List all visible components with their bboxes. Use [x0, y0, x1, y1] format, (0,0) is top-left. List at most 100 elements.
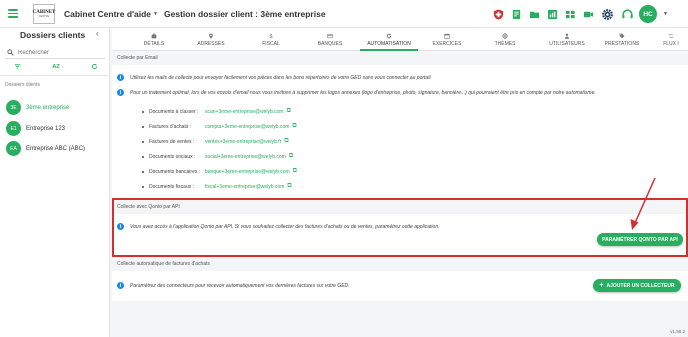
- tab-details[interactable]: DÉTAILS: [132, 28, 176, 51]
- version-label: v1.58.2: [670, 329, 685, 334]
- email-address-link[interactable]: scan+3eme-entreprise@welyb.com: [205, 109, 284, 115]
- copy-icon[interactable]: ⧉: [292, 123, 296, 130]
- email-label: Documents sociaux :: [149, 153, 196, 160]
- document-icon[interactable]: [509, 7, 523, 21]
- add-collector-button[interactable]: + AJOUTER UN COLLECTEUR: [593, 279, 681, 292]
- bullet: [142, 110, 144, 113]
- copy-icon[interactable]: ⧉: [287, 108, 291, 115]
- search-input[interactable]: [18, 49, 103, 56]
- bullet: [142, 140, 144, 143]
- copy-icon[interactable]: ⧉: [287, 183, 291, 190]
- sort-az-button[interactable]: AZ: [52, 64, 59, 70]
- copy-icon[interactable]: ⧉: [284, 138, 288, 145]
- tab-exercices[interactable]: EXERCICES: [425, 28, 469, 51]
- tab-utilisateurs[interactable]: UTILISATEURS: [542, 28, 592, 51]
- grid-icon[interactable]: [563, 7, 577, 21]
- email-address-link[interactable]: compta+3eme-entreprise@welyb.com: [205, 124, 289, 130]
- info-message: i Pour un traitement optimal, lors de vo…: [117, 89, 596, 96]
- filter-icon[interactable]: [14, 63, 21, 70]
- refresh-icon[interactable]: [91, 63, 98, 70]
- location-pin-icon: [209, 33, 213, 39]
- tab-themes[interactable]: THÈMES: [483, 28, 527, 51]
- client-item-3eme-entreprise[interactable]: 3E 3ème entreprise: [6, 100, 69, 115]
- client-item-entreprise-123[interactable]: E1 Entreprise 123: [6, 121, 65, 136]
- highlight-box: [112, 198, 688, 257]
- client-badge: EA: [6, 141, 21, 156]
- sidebar: Dossiers clients ‹ AZ Dossiers clients 3…: [0, 28, 110, 337]
- tab-prestations[interactable]: PRESTATIONS: [600, 28, 644, 51]
- email-row: Documents à classer : scan+3eme-entrepri…: [142, 108, 291, 115]
- plus-icon: +: [599, 282, 604, 289]
- cabinet-logo[interactable]: CABINET CENTRE: [33, 3, 55, 24]
- info-icon: i: [117, 89, 124, 96]
- credit-card-icon: [327, 33, 333, 39]
- dollar-icon: $: [270, 34, 273, 39]
- folder-icon[interactable]: [527, 7, 541, 21]
- email-row: Documents fiscaux : fiscal+3eme-entrepri…: [142, 183, 292, 190]
- chevron-left-icon[interactable]: ‹: [96, 29, 99, 38]
- info-text: Pour un traitement optimal, lors de vos …: [130, 89, 596, 96]
- client-name: Entreprise ABC (ABC): [26, 145, 86, 152]
- bullet: [142, 185, 144, 188]
- email-address-link[interactable]: ventes+3eme-entreprise@welyb.fr: [205, 139, 281, 145]
- bullet: [142, 170, 144, 173]
- section-heading-email: Collecte par Email: [112, 51, 688, 65]
- client-name: 3ème entreprise: [26, 104, 70, 111]
- avatar[interactable]: HC: [639, 5, 658, 23]
- tab-label: PRESTATIONS: [604, 41, 640, 47]
- gear-icon[interactable]: [599, 6, 615, 22]
- tab-label: BANQUES: [317, 41, 343, 47]
- chart-icon[interactable]: [545, 7, 559, 21]
- search-box[interactable]: [5, 47, 105, 59]
- bullet: [142, 125, 144, 128]
- client-list-label: Dossiers clients: [5, 82, 41, 88]
- top-bar: CABINET CENTRE Cabinet Centre d'aide ▼ G…: [0, 0, 688, 28]
- copy-icon[interactable]: ⧉: [293, 168, 297, 175]
- tab-label: DÉTAILS: [143, 41, 165, 47]
- email-label: Documents à classer :: [149, 108, 199, 115]
- email-panel: i Utilisez les mails de collecte pour en…: [112, 65, 688, 199]
- video-icon[interactable]: [581, 7, 595, 21]
- menu-icon[interactable]: [8, 9, 18, 18]
- tab-banques[interactable]: BANQUES: [308, 28, 352, 51]
- cabinet-name[interactable]: Cabinet Centre d'aide: [64, 9, 151, 19]
- email-row: Documents bancaires : banque+3eme-entrep…: [142, 168, 297, 175]
- bullet: [142, 155, 144, 158]
- tab-label: AUTOMATISATION: [367, 41, 411, 47]
- main-content: Collecte par Email i Utilisez les mails …: [112, 51, 688, 337]
- headset-icon[interactable]: [619, 6, 635, 22]
- email-address-link[interactable]: banque+3eme-entreprise@welyb.com: [205, 169, 290, 175]
- svg-text:$: $: [270, 34, 273, 39]
- tab-label: ADRESSES: [197, 41, 225, 47]
- email-label: Factures d'achats :: [149, 123, 192, 130]
- email-address-link[interactable]: social+3eme-entreprise@welyb.com: [205, 154, 286, 160]
- tab-automatisation[interactable]: AUTOMATISATION: [360, 28, 418, 51]
- client-item-entreprise-abc[interactable]: EA Entreprise ABC (ABC): [6, 141, 85, 156]
- calendar-icon: [444, 33, 450, 39]
- info-icon: i: [117, 74, 124, 81]
- briefcase-icon: [151, 33, 157, 39]
- tab-label: THÈMES: [494, 41, 516, 47]
- email-row: Factures de ventes : ventes+3eme-entrepr…: [142, 138, 289, 145]
- shield-icon[interactable]: [491, 7, 505, 21]
- email-row: Factures d'achats : compta+3eme-entrepri…: [142, 123, 297, 130]
- tab-label: FISCAL: [262, 41, 280, 47]
- tab-label: UTILISATEURS: [549, 41, 585, 47]
- globe-icon: [502, 33, 508, 39]
- info-text: Utilisez les mails de collecte pour envo…: [130, 74, 432, 81]
- tab-fiscal[interactable]: $ FISCAL: [249, 28, 293, 51]
- chevron-down-icon[interactable]: ▼: [663, 11, 668, 17]
- email-address-link[interactable]: fiscal+3eme-entreprise@welyb.com: [205, 184, 284, 190]
- tab-label: FLUX I: [663, 41, 679, 47]
- client-name: Entreprise 123: [26, 125, 66, 132]
- email-row: Documents sociaux : social+3eme-entrepri…: [142, 153, 293, 160]
- swap-icon: [668, 34, 674, 38]
- page-title: Gestion dossier client : 3ème entreprise: [164, 8, 326, 19]
- chevron-down-icon[interactable]: ▼: [153, 11, 158, 17]
- auto-collect-panel: i Paramétrez des connecteurs pour recevo…: [112, 271, 688, 301]
- sync-icon: [386, 33, 392, 39]
- tab-flux[interactable]: FLUX I: [654, 28, 688, 51]
- copy-icon[interactable]: ⧉: [289, 153, 293, 160]
- tab-adresses[interactable]: ADRESSES: [189, 28, 233, 51]
- email-label: Documents bancaires :: [149, 168, 201, 175]
